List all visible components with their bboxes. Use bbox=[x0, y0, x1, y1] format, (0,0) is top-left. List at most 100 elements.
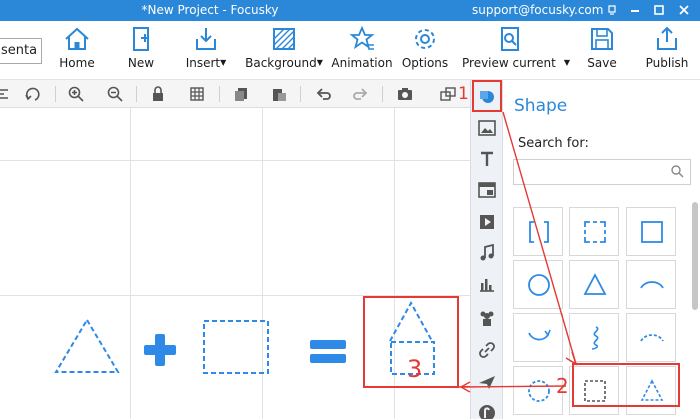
more-icon[interactable] bbox=[478, 404, 496, 419]
toolbar-divider bbox=[300, 86, 301, 102]
video-icon[interactable] bbox=[478, 213, 496, 231]
new-label: New bbox=[127, 56, 155, 70]
squiggle-shape[interactable] bbox=[569, 313, 619, 362]
people-icon[interactable] bbox=[478, 309, 496, 327]
image-icon[interactable] bbox=[478, 119, 496, 137]
panel-title: Shape bbox=[514, 96, 568, 116]
save-button[interactable]: Save bbox=[584, 25, 620, 77]
animation-icon bbox=[349, 25, 375, 50]
curved-arrow-shape-icon bbox=[528, 329, 551, 341]
annotation-box-2 bbox=[572, 363, 680, 407]
chevron-down-icon: ▼ bbox=[563, 58, 570, 67]
search-input[interactable] bbox=[513, 159, 691, 185]
circle-shape[interactable] bbox=[513, 260, 563, 309]
animation-button[interactable]: Animation bbox=[331, 25, 393, 77]
background-label: Background bbox=[245, 56, 317, 70]
chevron-down-icon: ▼ bbox=[316, 58, 323, 67]
edit-toolbar bbox=[0, 80, 470, 108]
search-icon[interactable] bbox=[670, 164, 684, 178]
chevron-down-icon: ▼ bbox=[220, 58, 227, 67]
music-icon[interactable] bbox=[478, 244, 496, 262]
new-page-icon bbox=[133, 27, 149, 51]
window-title: *New Project - Focusky bbox=[141, 3, 279, 17]
arc-shape-icon bbox=[640, 281, 664, 289]
save-icon bbox=[591, 28, 613, 50]
animation-label: Animation bbox=[331, 56, 393, 70]
plus-icon bbox=[144, 334, 176, 366]
annotation-number-3: 3 bbox=[407, 355, 423, 383]
chart-icon[interactable] bbox=[478, 275, 496, 293]
ribbon: senta Home New Insert▼ Background▼ Anima… bbox=[0, 21, 700, 80]
dashed-arc-shape[interactable] bbox=[626, 313, 676, 362]
home-icon bbox=[65, 27, 89, 50]
support-email-link[interactable]: support@focusky.com bbox=[472, 3, 603, 17]
preview-icon bbox=[501, 27, 519, 51]
dashed-corners-shape[interactable] bbox=[569, 207, 619, 256]
dashed-triangle-shape bbox=[54, 318, 120, 373]
publish-label: Publish bbox=[645, 56, 689, 70]
curved-arrow-shape[interactable] bbox=[513, 313, 563, 362]
project-tab-label: senta bbox=[1, 43, 38, 58]
redo-icon[interactable] bbox=[353, 86, 369, 102]
circle-shape-icon bbox=[528, 274, 550, 296]
home-button[interactable]: Home bbox=[56, 25, 98, 77]
squiggle-shape-icon bbox=[591, 326, 599, 350]
background-icon bbox=[273, 28, 295, 50]
new-button[interactable]: New bbox=[120, 25, 162, 77]
save-label: Save bbox=[587, 56, 617, 70]
options-button[interactable]: Options bbox=[400, 25, 450, 77]
bracket-shape-icon bbox=[529, 221, 549, 243]
preview-current-label: Preview current bbox=[462, 56, 556, 70]
insert-icon bbox=[196, 28, 216, 50]
side-icon-strip bbox=[470, 80, 503, 419]
layout-icon[interactable] bbox=[478, 181, 496, 199]
copy-icon[interactable] bbox=[233, 86, 249, 102]
background-button[interactable]: Background▼ bbox=[243, 25, 325, 77]
project-tab[interactable]: senta bbox=[0, 38, 42, 64]
dashed-corners-shape-icon bbox=[584, 221, 606, 243]
screenshot-icon[interactable] bbox=[397, 86, 413, 102]
insert-label: Insert bbox=[185, 56, 221, 70]
bracket-shape[interactable] bbox=[513, 207, 563, 256]
annotation-number-1: 1 bbox=[458, 84, 469, 104]
zoom-out-icon[interactable] bbox=[107, 86, 123, 102]
zoom-in-icon[interactable] bbox=[68, 86, 84, 102]
minimize-icon[interactable] bbox=[627, 2, 643, 18]
arc-shape[interactable] bbox=[626, 260, 676, 309]
annotation-number-2: 2 bbox=[556, 374, 569, 398]
publish-icon bbox=[657, 26, 677, 50]
maximize-icon[interactable] bbox=[651, 2, 667, 18]
home-label: Home bbox=[59, 56, 95, 70]
square-shape-icon bbox=[641, 221, 663, 243]
equals-icon bbox=[310, 340, 346, 363]
paste-icon[interactable] bbox=[271, 86, 287, 102]
title-bar: *New Project - Focusky support@focusky.c… bbox=[0, 0, 700, 21]
toolbar-divider bbox=[382, 86, 383, 102]
text-icon[interactable] bbox=[478, 150, 496, 168]
undo-icon[interactable] bbox=[315, 86, 331, 102]
triangle-shape-icon bbox=[583, 273, 607, 295]
gear-icon bbox=[415, 29, 435, 49]
toolbar-divider bbox=[219, 86, 220, 102]
toolbar-divider bbox=[136, 86, 137, 102]
lock-icon[interactable] bbox=[150, 86, 166, 102]
toolbar-divider bbox=[55, 86, 56, 102]
frame-icon[interactable] bbox=[440, 86, 456, 102]
square-shape[interactable] bbox=[626, 207, 676, 256]
insert-button[interactable]: Insert▼ bbox=[182, 25, 230, 77]
help-icon[interactable] bbox=[604, 2, 620, 18]
plane-icon[interactable] bbox=[478, 373, 496, 391]
dashed-arc-shape-icon bbox=[640, 334, 664, 342]
rotate-icon[interactable] bbox=[25, 86, 41, 102]
panel-scrollbar[interactable] bbox=[692, 202, 698, 310]
close-icon[interactable] bbox=[676, 2, 692, 18]
link-icon[interactable] bbox=[478, 341, 496, 359]
grid-icon[interactable] bbox=[189, 86, 205, 102]
dashed-rectangle-shape bbox=[203, 320, 269, 374]
triangle-shape[interactable] bbox=[569, 260, 619, 309]
preview-current-button[interactable]: Preview current ▼ bbox=[462, 25, 570, 77]
options-label: Options bbox=[401, 56, 449, 70]
align-icon[interactable] bbox=[0, 86, 10, 102]
dashed-circle-shape-icon bbox=[528, 380, 550, 402]
publish-button[interactable]: Publish bbox=[644, 25, 690, 77]
